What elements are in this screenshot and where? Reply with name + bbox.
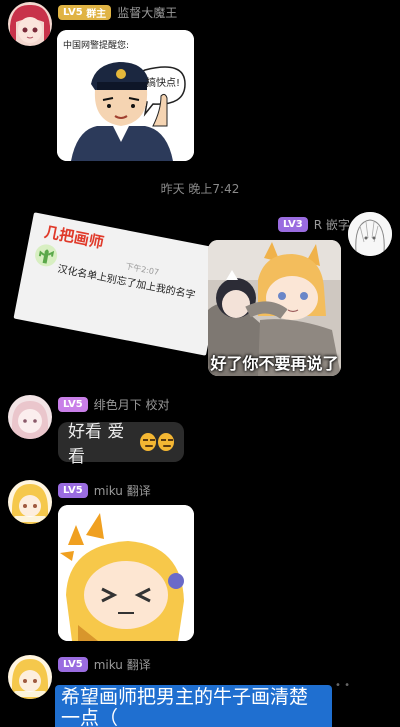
avatar-pink-girl[interactable] bbox=[8, 395, 52, 439]
cactus-icon bbox=[35, 244, 58, 267]
sticker-caption: 好了你不要再说了 bbox=[210, 354, 339, 373]
sticker-crying-girl[interactable] bbox=[58, 505, 194, 641]
avatar-red-hair[interactable] bbox=[8, 2, 52, 46]
sender-name: R 嵌字 bbox=[313, 218, 350, 232]
text-message[interactable]: 好看 爱看 bbox=[58, 422, 184, 467]
timestamp-divider: 昨天 晚上7:42 bbox=[160, 182, 240, 196]
sender-name: 监督大魔王 bbox=[117, 6, 178, 20]
sender-meta: LV3 R 嵌字 bbox=[278, 216, 350, 233]
avatar-sketch[interactable] bbox=[348, 212, 392, 256]
avatar-blonde-girl[interactable] bbox=[8, 655, 52, 699]
message-text: 好看 爱看 bbox=[68, 422, 125, 467]
level-badge: LV5 bbox=[58, 657, 88, 672]
sticker-title: 中国网警提醒您: bbox=[63, 41, 130, 51]
smirk-emoji-icon bbox=[139, 433, 156, 451]
level-badge: LV5 bbox=[58, 397, 88, 412]
sender-meta: LV5 miku 翻译 bbox=[58, 656, 151, 673]
more-dots-icon[interactable]: • • bbox=[335, 680, 350, 691]
note-screenshot[interactable]: 几把画师 下午2:07 汉化名单上别忘了加上我的名字 bbox=[13, 212, 227, 356]
sticker-police[interactable]: 中国网警提醒您: 搞快点! bbox=[57, 30, 194, 161]
highlighted-message-text[interactable]: 希望画师把男主的牛子画清楚一点（ bbox=[55, 685, 332, 727]
smirk-emoji-icon bbox=[157, 433, 174, 451]
sender-name: miku 翻译 bbox=[93, 658, 151, 672]
sender-meta: LV5 群主 监督大魔王 bbox=[58, 4, 177, 21]
level-badge: LV3 bbox=[278, 217, 308, 232]
sender-name: miku 翻译 bbox=[93, 484, 151, 498]
sender-meta: LV5 miku 翻译 bbox=[58, 482, 151, 499]
avatar-blonde-girl[interactable] bbox=[8, 480, 52, 524]
sticker-bubble-text: 搞快点! bbox=[146, 78, 181, 89]
sender-name: 绯色月下 校对 bbox=[93, 398, 170, 412]
sender-meta: LV5 绯色月下 校对 bbox=[58, 396, 170, 413]
sticker-cat-girls[interactable]: 好了你不要再说了 bbox=[208, 240, 341, 376]
level-badge: LV5 bbox=[58, 483, 88, 498]
level-badge: LV5 群主 bbox=[58, 5, 112, 20]
